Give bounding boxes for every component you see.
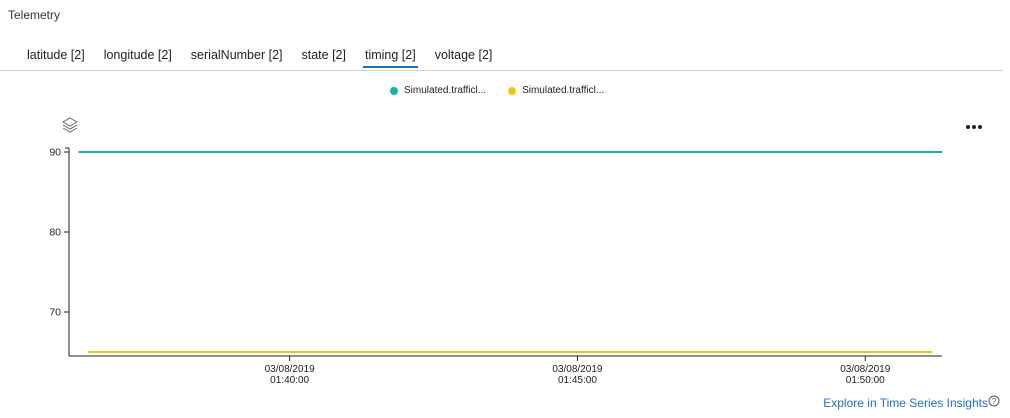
- x-tick-label-time-3: 01:50:00: [846, 375, 885, 386]
- x-tick-label-time-2: 01:45:00: [558, 375, 597, 386]
- timing-line-chart: 70809003/08/201901:40:0003/08/201901:45:…: [49, 147, 942, 386]
- y-tick-label-90: 90: [49, 147, 61, 159]
- x-tick-label-date-3: 03/08/2019: [840, 364, 890, 375]
- telemetry-page: Telemetry latitude [2] longitude [2] ser…: [0, 0, 1010, 418]
- x-tick-label-time-1: 01:40:00: [270, 375, 309, 386]
- explore-tsi-link[interactable]: Explore in Time Series Insights: [823, 396, 988, 410]
- y-tick-label-80: 80: [49, 227, 61, 239]
- svg-text:?: ?: [992, 397, 997, 406]
- x-tick-label-date-2: 03/08/2019: [552, 364, 602, 375]
- info-icon[interactable]: ?: [988, 395, 1000, 407]
- x-tick-label-date-1: 03/08/2019: [265, 364, 315, 375]
- y-tick-label-70: 70: [49, 307, 61, 319]
